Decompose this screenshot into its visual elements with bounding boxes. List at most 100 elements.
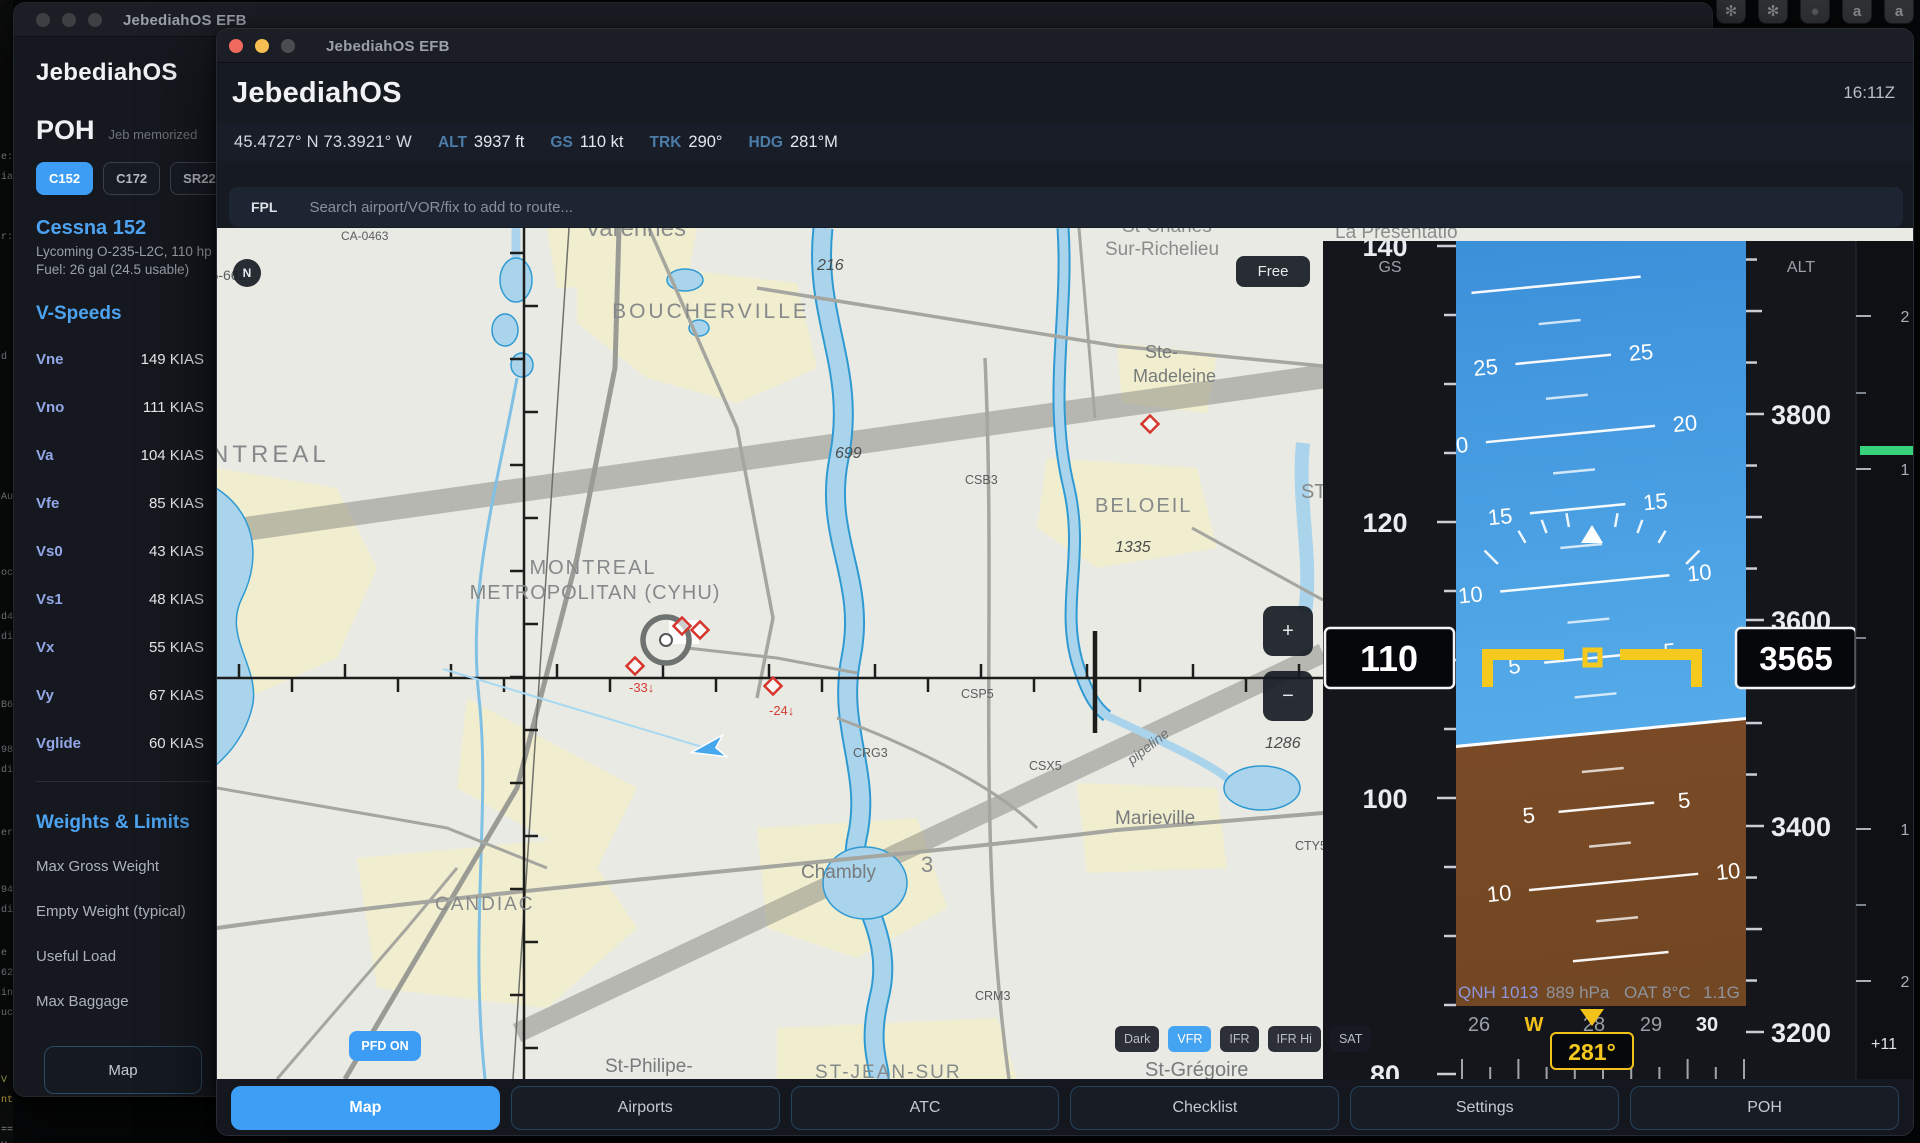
vspeed-row: Va104 KIAS (36, 431, 204, 479)
amazon-icon[interactable]: a (1842, 0, 1872, 24)
aircraft-tab-c172[interactable]: C172 (103, 162, 160, 195)
map-label: St-Grégoire (1145, 1059, 1248, 1079)
background-terminal-window: e:iar:dAuocd4diB698dier94die62inucVnt==y… (0, 0, 13, 1143)
airspeed-readout: 110 (1360, 638, 1418, 679)
poh-heading: POH (36, 115, 95, 146)
map-canvas[interactable]: VarennesSt-CharlesSur-RichelieuLa Présen… (217, 228, 1913, 1079)
pitch-label: 15 (1487, 503, 1514, 530)
status-item-trk: TRK290° (650, 133, 723, 152)
heading-tick-label: 29 (1640, 1014, 1662, 1036)
zoom-button[interactable] (281, 39, 295, 53)
terminal-text-fragment: e (1, 948, 7, 959)
vspeed-value: 104 KIAS (141, 447, 204, 464)
primary-flight-display: 101055551010151520202525 QNH 1013889 hPa… (1323, 241, 1913, 1079)
nav-tab-poh[interactable]: POH (1630, 1086, 1899, 1130)
pitch-label: 5 (1521, 802, 1536, 828)
heading-tick-label: 30 (1696, 1014, 1718, 1036)
terminal-text-fragment: e: (1, 152, 13, 163)
minimize-button[interactable] (255, 39, 269, 53)
map-label: 216 (816, 257, 844, 274)
efb-window[interactable]: JebediahOS EFB JebediahOS 16:11Z 45.4727… (216, 28, 1914, 1136)
compass-north-button[interactable]: N (233, 259, 261, 287)
openai-icon[interactable]: ✻ (1716, 0, 1746, 24)
fpl-search-bar[interactable]: FPL (229, 187, 1903, 227)
terminal-text-fragment: 94 (1, 885, 13, 896)
vspeed-row: Vglide60 KIAS (36, 719, 204, 767)
vsi-trend-bar (1860, 446, 1913, 455)
map-label: 1335 (1115, 539, 1151, 556)
map-layer-dark[interactable]: Dark (1115, 1026, 1159, 1052)
terminal-text-fragment: di (1, 905, 13, 916)
terminal-text-fragment: er (1, 828, 13, 839)
map-label: -24↓ (769, 703, 794, 718)
nav-tab-airports[interactable]: Airports (511, 1086, 780, 1130)
map-layer-vfr[interactable]: VFR (1168, 1026, 1211, 1052)
map-label: CRM3 (975, 989, 1010, 1003)
terminal-text-fragment: di (1, 765, 13, 776)
terminal-text-fragment: Au (1, 492, 13, 503)
map-label: Madeleine (1133, 366, 1216, 386)
map-label: CSP5 (961, 687, 994, 701)
nav-tab-checklist[interactable]: Checklist (1070, 1086, 1339, 1130)
nav-tab-atc[interactable]: ATC (791, 1086, 1060, 1130)
zulu-clock: 16:11Z (1843, 83, 1895, 103)
heading-strip: 26W282930 281° (1456, 1006, 1746, 1079)
map-layer-buttons: Dark VFR IFR IFR Hi SAT (1115, 1026, 1371, 1052)
altitude-tick-label: 3200 (1771, 1018, 1831, 1048)
vsi-tick-label: 2 (1901, 309, 1910, 326)
close-button[interactable] (229, 39, 243, 53)
page-title: JebediahOS (232, 77, 402, 110)
speed-tick-label: 100 (1362, 784, 1407, 814)
nav-tab-settings[interactable]: Settings (1350, 1086, 1619, 1130)
minimize-button[interactable] (62, 13, 76, 27)
app-dock: ✻ ✻ ● aa (1716, 0, 1914, 24)
map-label: Marieville (1115, 808, 1195, 829)
map-label: ST-JEAN-SUR (815, 1062, 962, 1079)
openai-icon[interactable]: ✻ (1758, 0, 1788, 24)
vspeed-row: Vfe85 KIAS (36, 479, 204, 527)
terminal-text-fragment: d4 (1, 612, 13, 623)
terminal-text-fragment: == (1, 1125, 13, 1136)
pitch-label: 10 (1486, 880, 1513, 907)
terminal-text-fragment: nt (1, 1095, 13, 1106)
free-pan-button[interactable]: Free (1236, 256, 1310, 287)
pitch-label: 20 (1672, 410, 1699, 437)
terminal-text-fragment: ia (1, 172, 13, 183)
zoom-in-button[interactable]: + (1263, 606, 1313, 656)
map-label: Sur-Richelieu (1105, 239, 1219, 260)
nav-tab-map[interactable]: Map (231, 1086, 500, 1130)
altitude-tick-label: 3400 (1771, 812, 1831, 842)
fpl-label: FPL (251, 199, 277, 215)
terminal-text-fragment: uc (1, 1008, 13, 1019)
map-label: St-Charles (1122, 228, 1212, 237)
pressure-value: 889 hPa (1546, 983, 1610, 1002)
amazon-icon[interactable]: a (1884, 0, 1914, 24)
status-item-hdg: HDG281°M (749, 133, 838, 152)
terminal-text-fragment: r: (1, 232, 13, 243)
map-layer-ifr-hi[interactable]: IFR Hi (1268, 1026, 1321, 1052)
efb-window-titlebar[interactable]: JebediahOS EFB (217, 29, 1913, 63)
close-button[interactable] (36, 13, 50, 27)
vspeed-value: 111 KIAS (143, 399, 204, 416)
circle-app-icon[interactable]: ● (1800, 0, 1830, 24)
vspeed-row: Vy67 KIAS (36, 671, 204, 719)
map-label: Varennes (585, 228, 686, 242)
map-label: 1286 (1265, 735, 1301, 752)
sidebar-map-button[interactable]: Map (44, 1046, 202, 1094)
terminal-text-fragment: di (1, 632, 13, 643)
bottom-navigation: MapAirportsATCChecklistSettingsPOH (217, 1079, 1913, 1136)
vspeed-row: Vs148 KIAS (36, 575, 204, 623)
map-layer-ifr[interactable]: IFR (1220, 1026, 1258, 1052)
aircraft-tab-c152[interactable]: C152 (36, 162, 93, 195)
map-label: CA-0463 (341, 229, 389, 243)
route-search-input[interactable] (307, 198, 1903, 217)
pfd-toggle-button[interactable]: PFD ON (349, 1031, 421, 1061)
oat-value: OAT 8°C (1624, 983, 1691, 1002)
zoom-button[interactable] (88, 13, 102, 27)
zoom-out-button[interactable]: − (1263, 671, 1313, 721)
heading-readout: 281° (1568, 1039, 1616, 1065)
pitch-label: 25 (1472, 354, 1499, 381)
map-label: CANDIAC (435, 894, 535, 915)
map-layer-sat[interactable]: SAT (1330, 1026, 1371, 1052)
map-label: MONTREAL (529, 557, 656, 579)
